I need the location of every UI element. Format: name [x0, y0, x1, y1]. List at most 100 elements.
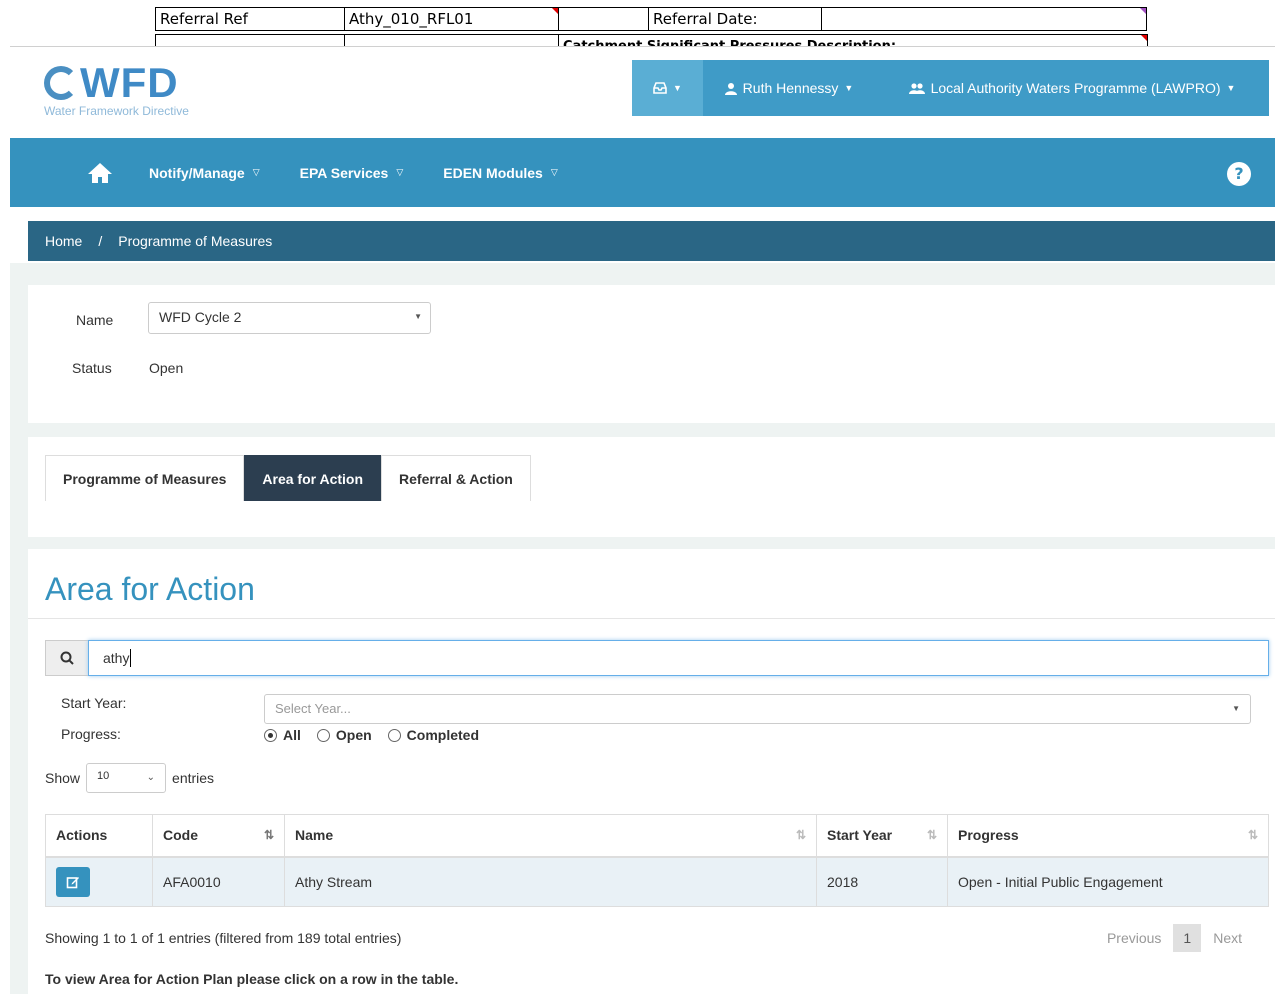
edit-icon	[66, 876, 79, 889]
sort-icon: ⇅	[926, 828, 937, 842]
sheet-cell[interactable]: Referral Date:	[648, 7, 821, 31]
start-year-placeholder: Select Year...	[275, 701, 351, 716]
breadcrumb-home-link[interactable]: Home	[45, 233, 82, 249]
nav-eden-modules[interactable]: EDEN Modules ▽	[443, 165, 558, 181]
spreadsheet-row: Referral Ref Athy_010_RFL01 Referral Dat…	[155, 7, 1147, 31]
nav-notify-manage[interactable]: Notify/Manage ▽	[149, 165, 260, 181]
column-label: Progress	[958, 827, 1019, 844]
page-button-current[interactable]: 1	[1173, 924, 1202, 952]
main-navbar: Notify/Manage ▽ EPA Services ▽ EDEN Modu…	[10, 138, 1275, 207]
divider	[28, 618, 1275, 619]
tab-programme-of-measures[interactable]: Programme of Measures	[45, 455, 245, 501]
column-label: Start Year	[827, 827, 893, 844]
nav-epa-services[interactable]: EPA Services ▽	[300, 165, 404, 181]
progress-radio-group: All Open Completed	[264, 727, 479, 743]
edit-button[interactable]	[56, 866, 90, 897]
next-page-button[interactable]: Next	[1201, 924, 1254, 952]
caret-down-icon: ▼	[1226, 83, 1236, 93]
user-name: Ruth Hennessy	[742, 80, 839, 96]
sheet-cell-text: Athy_010_RFL01	[349, 10, 474, 28]
column-header-start-year[interactable]: Start Year ⇅	[816, 814, 948, 858]
area-for-action-table: Actions Code ⇅ Name ⇅ Start Year ⇅ Progress…	[45, 814, 1269, 907]
column-header-name[interactable]: Name ⇅	[284, 814, 817, 858]
pagination: Previous 1 Next	[1095, 924, 1254, 952]
inbox-menu-button[interactable]: ▼	[632, 60, 703, 116]
user-icon	[724, 82, 737, 95]
entries-select[interactable]: 10 ⌄	[86, 763, 167, 793]
column-label: Code	[163, 827, 198, 844]
column-header-progress[interactable]: Progress ⇅	[947, 814, 1269, 858]
column-label: Actions	[56, 827, 108, 844]
start-year-cell: 2018	[816, 856, 948, 907]
entries-label: entries	[172, 770, 215, 786]
code-cell: AFA0010	[152, 856, 285, 907]
status-value: Open	[149, 360, 184, 376]
logo-mark: WFD	[44, 62, 189, 104]
programme-panel: Name WFD Cycle 2 ▼ Status Open	[28, 285, 1275, 423]
sheet-cell[interactable]: Athy_010_RFL01	[344, 7, 558, 31]
divider	[10, 46, 1275, 47]
progress-radio-completed[interactable]: Completed	[387, 727, 480, 743]
sort-icon: ⇅	[795, 828, 806, 842]
sheet-cell[interactable]	[558, 7, 648, 31]
start-year-select[interactable]: Select Year... ▼	[264, 694, 1251, 724]
radio-label: All	[283, 727, 301, 743]
search-input[interactable]: athy	[88, 640, 1269, 676]
area-for-action-panel: Area for Action athy Start Year: Select …	[28, 549, 1275, 994]
user-menu-button[interactable]: Ruth Hennessy ▼	[703, 60, 875, 116]
caret-down-icon: ▼	[673, 83, 682, 93]
breadcrumb: Home / Programme of Measures	[28, 221, 1275, 261]
search-button[interactable]	[45, 640, 88, 676]
programme-name-select[interactable]: WFD Cycle 2 ▼	[148, 302, 431, 334]
progress-radio-all[interactable]: All	[264, 727, 301, 743]
dropdown-arrow-icon: ▼	[1232, 704, 1240, 713]
column-header-code[interactable]: Code ⇅	[152, 814, 285, 858]
nav-label: EPA Services	[299, 164, 389, 181]
progress-radio-open[interactable]: Open	[316, 727, 372, 743]
logo-text: WFD	[80, 59, 179, 106]
radio-unchecked-icon	[316, 728, 330, 742]
sheet-cell[interactable]	[821, 7, 1147, 31]
chevron-down-icon: ▽	[252, 167, 260, 177]
breadcrumb-current: Programme of Measures	[118, 233, 273, 249]
wfd-logo[interactable]: WFD Water Framework Directive	[44, 62, 189, 118]
search-input-value: athy	[103, 650, 130, 666]
home-nav-button[interactable]	[85, 159, 115, 187]
help-icon[interactable]: ?	[1227, 162, 1251, 186]
home-icon	[88, 162, 112, 183]
tabs-panel: Programme of Measures Area for Action Re…	[28, 437, 1275, 537]
search-icon	[60, 651, 74, 665]
breadcrumb-separator: /	[98, 233, 103, 249]
entries-value: 10	[97, 770, 110, 782]
start-year-label: Start Year:	[61, 695, 127, 711]
spreadsheet-fragment: Referral Ref Athy_010_RFL01 Referral Dat…	[155, 7, 1148, 47]
programme-name-value: WFD Cycle 2	[159, 309, 242, 325]
sort-ascending-icon: ⇅	[263, 828, 274, 842]
column-header-actions: Actions	[45, 814, 153, 858]
name-label: Name	[76, 312, 114, 328]
radio-unchecked-icon	[387, 728, 401, 742]
chevron-down-icon: ▽	[550, 167, 558, 177]
nav-label: Notify/Manage	[149, 164, 245, 181]
radio-label: Completed	[406, 727, 480, 743]
actions-cell	[45, 856, 153, 907]
status-label: Status	[72, 360, 112, 376]
radio-label: Open	[335, 727, 372, 743]
table-row[interactable]: AFA0010 Athy Stream 2018 Open - Initial …	[45, 856, 1269, 907]
logo-subtitle: Water Framework Directive	[44, 104, 189, 118]
tab-bar: Programme of Measures Area for Action Re…	[45, 455, 531, 501]
tab-referral-action[interactable]: Referral & Action	[381, 455, 531, 501]
table-header-row: Actions Code ⇅ Name ⇅ Start Year ⇅ Progress…	[45, 814, 1269, 858]
show-label: Show	[45, 770, 81, 786]
organisation-menu-button[interactable]: Local Authority Waters Programme (LAWPRO…	[875, 60, 1269, 116]
previous-page-button[interactable]: Previous	[1095, 924, 1173, 952]
water-swirl-icon	[44, 66, 78, 100]
table-help-note: To view Area for Action Plan please clic…	[45, 971, 459, 987]
users-group-icon	[908, 82, 925, 94]
dropdown-arrow-icon: ▼	[414, 312, 422, 321]
caret-down-icon: ▼	[844, 83, 854, 93]
user-bar: ▼ Ruth Hennessy ▼ Local Authority Waters…	[632, 60, 1269, 116]
name-cell: Athy Stream	[284, 856, 817, 907]
tab-area-for-action[interactable]: Area for Action	[244, 455, 382, 501]
sheet-cell[interactable]: Referral Ref	[155, 7, 344, 31]
